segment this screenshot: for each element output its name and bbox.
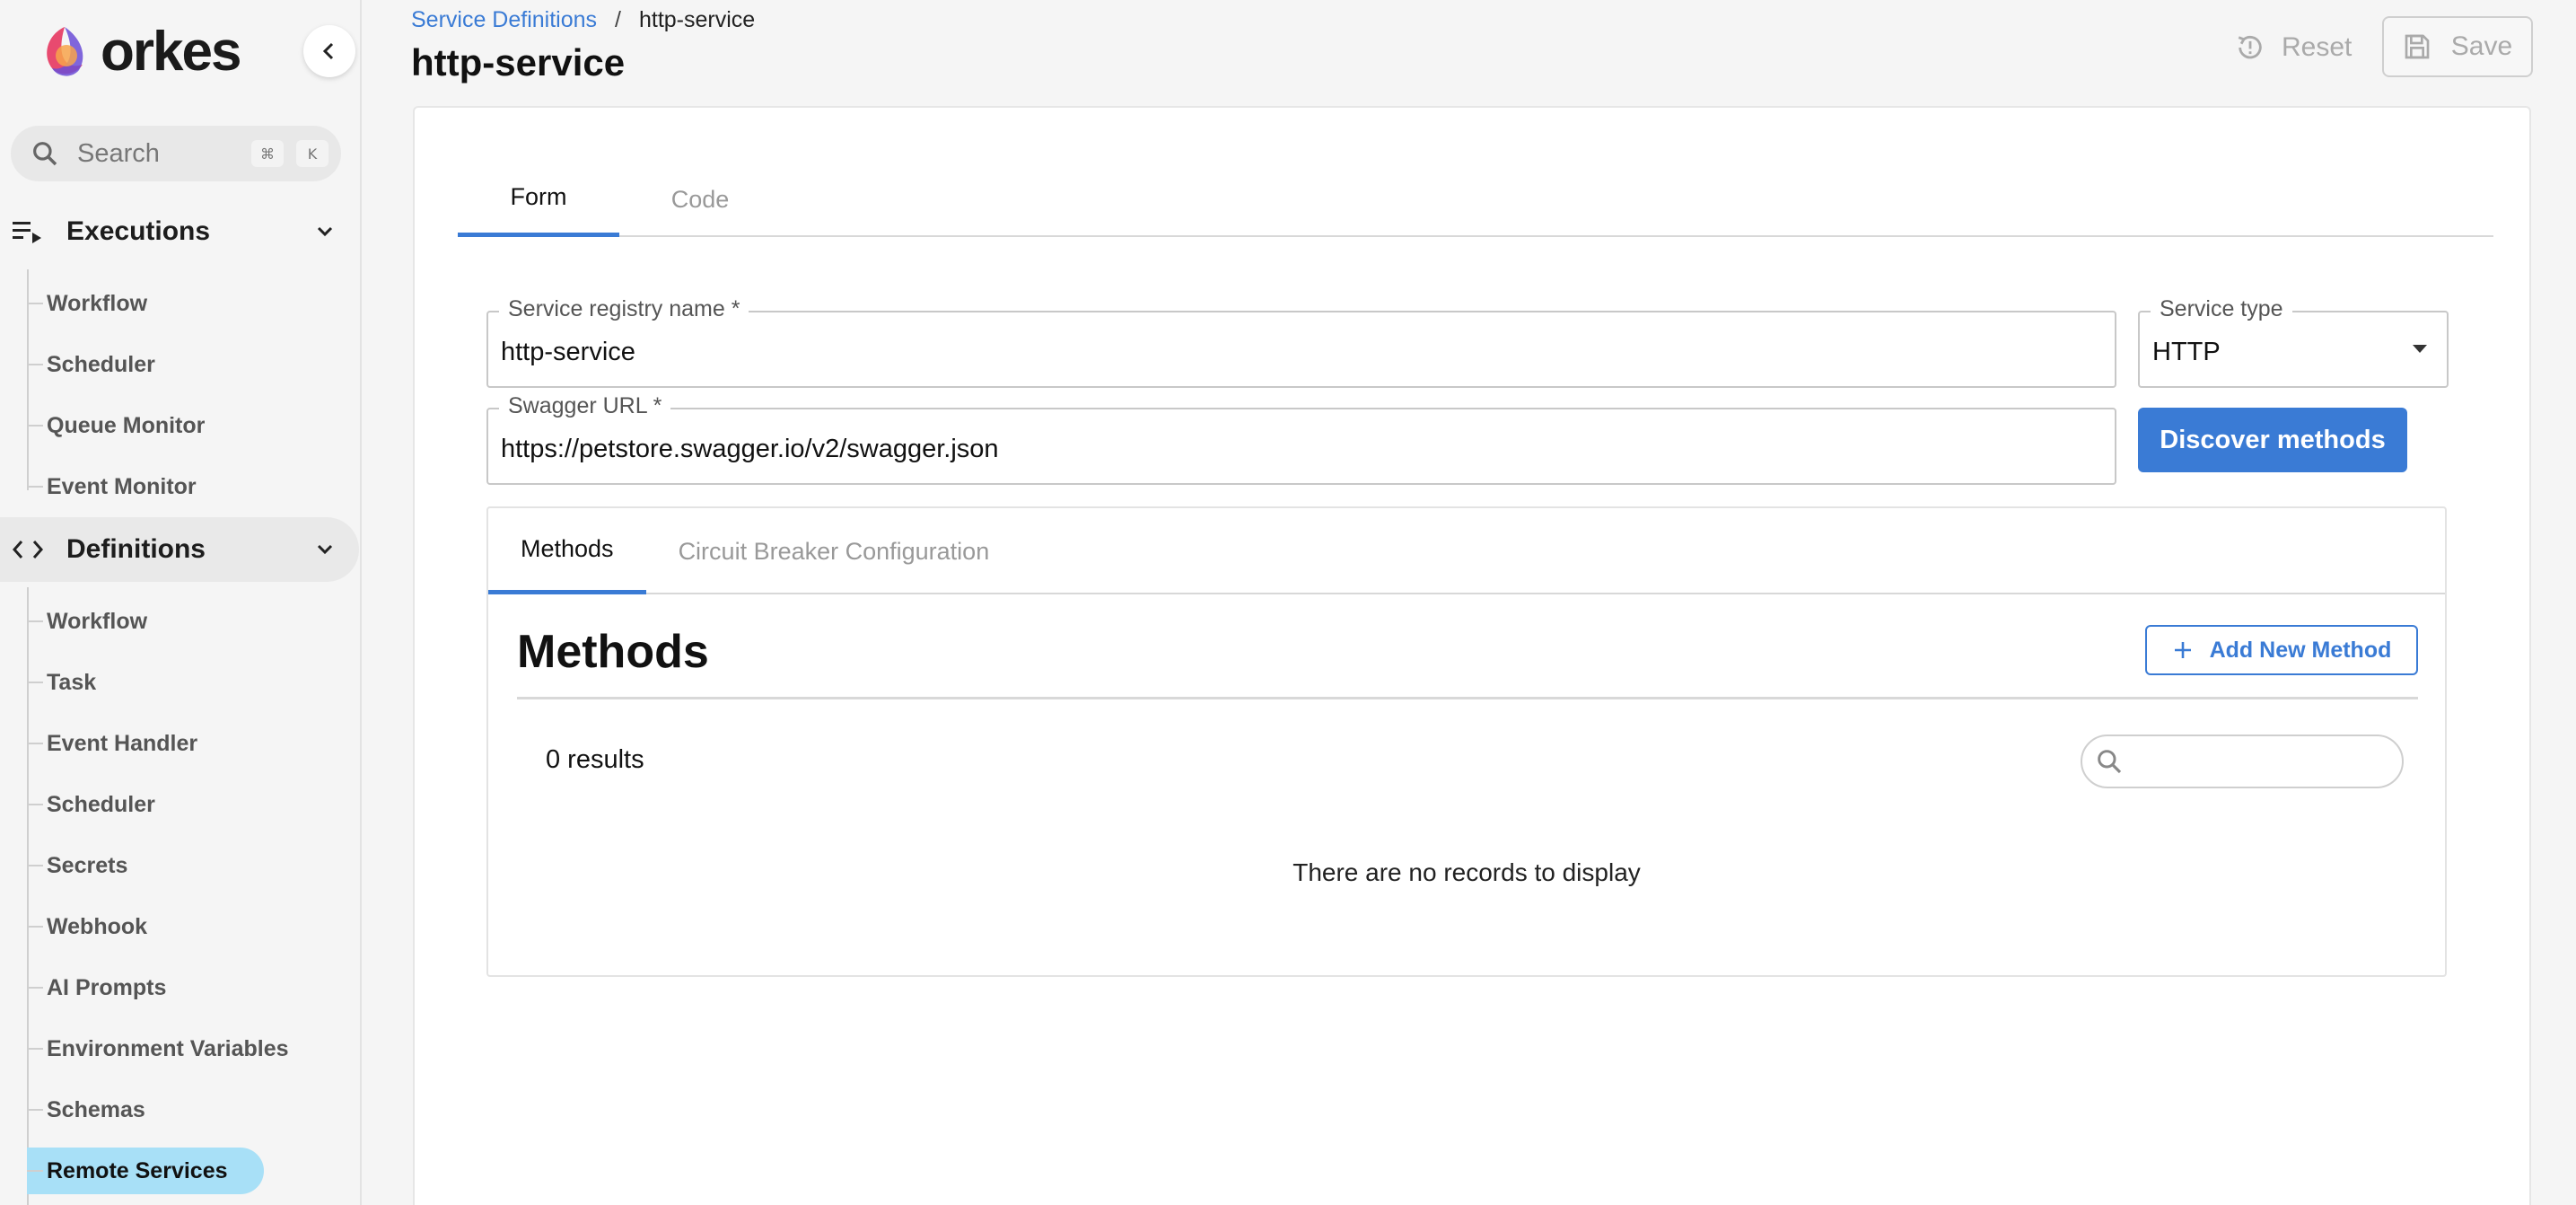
tab-form[interactable]: Form [458, 162, 619, 237]
save-label: Save [2450, 31, 2513, 61]
sidebar-item-secrets[interactable]: Secrets [27, 843, 127, 888]
sidebar-item-definitions-workflow[interactable]: Workflow [27, 599, 147, 644]
sidebar-item-event-monitor[interactable]: Event Monitor [27, 464, 197, 509]
service-type-value: HTTP [2152, 338, 2221, 366]
service-definition-card: Form Code Service registry name * http-s… [413, 106, 2531, 1205]
search-icon [33, 142, 57, 166]
tab-circuit-breaker[interactable]: Circuit Breaker Configuration [646, 508, 1022, 594]
search-icon [2098, 750, 2122, 774]
shortcut-key-cmd: ⌘ [251, 140, 284, 167]
discover-methods-button[interactable]: Discover methods [2138, 408, 2407, 472]
brand-name: orkes [101, 21, 241, 83]
tab-methods[interactable]: Methods [488, 508, 646, 594]
code-icon [13, 541, 43, 559]
sidebar-search[interactable]: Search ⌘ K [11, 126, 341, 181]
service-registry-name-label: Service registry name * [499, 296, 749, 322]
results-count: 0 results [546, 745, 644, 774]
sidebar-item-executions-scheduler[interactable]: Scheduler [27, 342, 155, 387]
collapse-sidebar-button[interactable] [303, 25, 355, 77]
plus-icon [2174, 642, 2191, 658]
service-registry-name-value: http-service [501, 338, 635, 366]
service-type-select[interactable]: Service type HTTP [2138, 296, 2449, 388]
editor-tabs: Form Code [458, 162, 2493, 237]
page-title: http-service [411, 41, 626, 84]
section-executions[interactable]: Executions [0, 199, 359, 264]
methods-search-input[interactable] [2081, 734, 2404, 788]
sidebar-item-definitions-scheduler[interactable]: Scheduler [27, 782, 155, 827]
caret-down-icon [2413, 345, 2427, 353]
sidebar-item-webhook[interactable]: Webhook [27, 904, 147, 949]
sidebar-item-schemas[interactable]: Schemas [27, 1087, 145, 1132]
chevron-left-icon [322, 42, 334, 60]
save-button[interactable]: Save [2382, 16, 2533, 77]
add-new-method-button[interactable]: Add New Method [2145, 625, 2418, 675]
orkes-logo-icon [47, 26, 83, 76]
section-executions-label: Executions [66, 216, 211, 246]
sidebar-item-queue-monitor[interactable]: Queue Monitor [27, 403, 205, 448]
service-registry-name-field[interactable]: Service registry name * http-service [486, 296, 2116, 388]
sidebar-item-executions-workflow[interactable]: Workflow [27, 281, 147, 326]
section-definitions-label: Definitions [66, 534, 206, 564]
swagger-url-label: Swagger URL * [499, 393, 671, 419]
sidebar-item-task[interactable]: Task [27, 660, 96, 705]
reset-label: Reset [2282, 32, 2353, 62]
breadcrumb: Service Definitions / http-service [411, 7, 755, 33]
chevron-down-icon [317, 544, 333, 555]
breadcrumb-service-definitions[interactable]: Service Definitions [411, 7, 597, 33]
methods-panel-tabs: Methods Circuit Breaker Configuration [488, 508, 2445, 594]
reset-button[interactable]: Reset [2235, 25, 2352, 70]
empty-state-message: There are no records to display [1292, 858, 1641, 886]
sidebar-item-event-handler[interactable]: Event Handler [27, 721, 197, 766]
section-definitions[interactable]: Definitions [0, 517, 359, 582]
tab-code[interactable]: Code [619, 162, 781, 237]
sidebar: orkes Search ⌘ K Executions Workflow Sch… [0, 0, 362, 1205]
sidebar-item-ai-prompts[interactable]: AI Prompts [27, 965, 166, 1010]
swagger-url-value: https://petstore.swagger.io/v2/swagger.j… [501, 435, 999, 463]
logo[interactable]: orkes [36, 20, 241, 84]
divider [517, 697, 2418, 699]
breadcrumb-separator: / [615, 7, 621, 32]
sidebar-item-environment-variables[interactable]: Environment Variables [27, 1026, 289, 1071]
add-new-method-label: Add New Method [2209, 637, 2392, 663]
shortcut-key-k: K [296, 140, 329, 167]
sidebar-item-remote-services[interactable]: Remote Services [27, 1148, 264, 1194]
methods-heading: Methods [517, 626, 709, 678]
reset-history-icon [2238, 35, 2262, 59]
executions-icon [13, 222, 41, 243]
breadcrumb-current: http-service [638, 7, 756, 32]
save-floppy-icon [2405, 34, 2430, 59]
sidebar-search-placeholder: Search [77, 138, 160, 168]
chevron-down-icon [317, 226, 333, 237]
swagger-url-field[interactable]: Swagger URL * https://petstore.swagger.i… [486, 393, 2116, 485]
service-type-label: Service type [2151, 296, 2292, 322]
methods-panel: Methods Circuit Breaker Configuration Me… [486, 506, 2447, 977]
